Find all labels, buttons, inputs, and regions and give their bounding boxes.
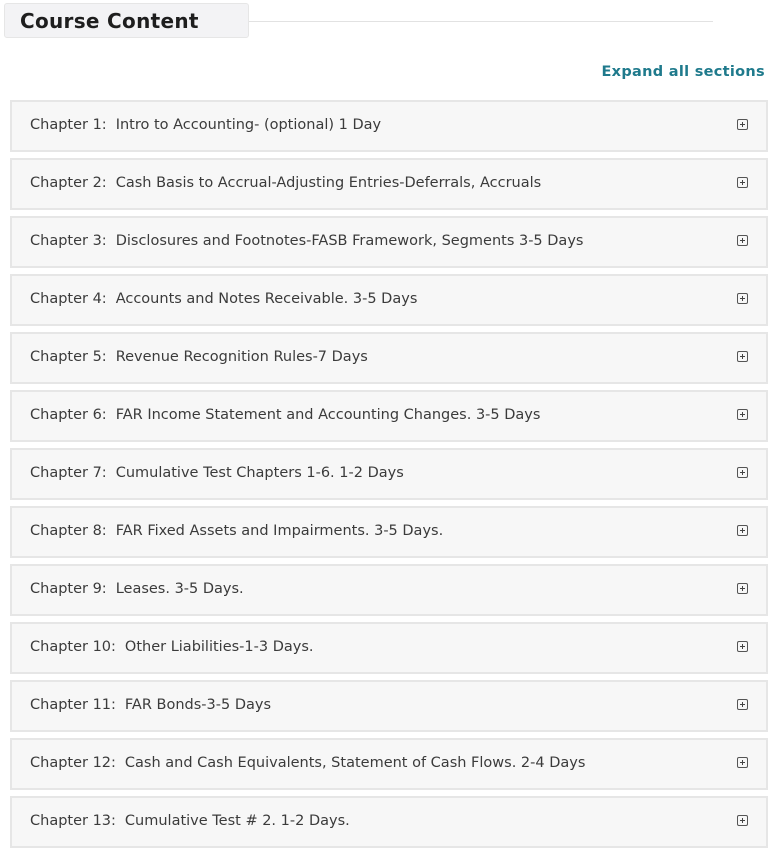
chapter-section-text: Chapter 3: Disclosures and Footnotes-FASB… <box>30 233 583 249</box>
plus-square-icon[interactable] <box>737 815 748 826</box>
plus-square-icon[interactable] <box>737 119 748 130</box>
plus-square-icon[interactable] <box>737 757 748 768</box>
chapter-number: Chapter 3: <box>30 233 107 249</box>
chapter-section-text: Chapter 11: FAR Bonds-3-5 Days <box>30 697 271 713</box>
chapter-section-text: Chapter 10: Other Liabilities-1-3 Days. <box>30 639 314 655</box>
chapter-section-row[interactable]: Chapter 7: Cumulative Test Chapters 1-6. … <box>10 448 768 500</box>
chapter-title: FAR Bonds-3-5 Days <box>124 697 272 713</box>
chapter-list: Chapter 1: Intro to Accounting- (optional… <box>10 100 768 854</box>
plus-square-icon[interactable] <box>737 409 748 420</box>
chapter-section-text: Chapter 2: Cash Basis to Accrual-Adjustin… <box>30 175 541 191</box>
chapter-number: Chapter 10: <box>30 639 116 655</box>
chapter-section-text: Chapter 9: Leases. 3-5 Days. <box>30 581 244 597</box>
expand-all-sections-link[interactable]: Expand all sections <box>601 64 765 80</box>
chapter-number: Chapter 7: <box>30 465 107 481</box>
chapter-section-text: Chapter 4: Accounts and Notes Receivable.… <box>30 291 417 307</box>
plus-square-icon[interactable] <box>737 641 748 652</box>
chapter-section-text: Chapter 13: Cumulative Test # 2. 1-2 Days… <box>30 813 350 829</box>
chapter-section-text: Chapter 5: Revenue Recognition Rules-7 Da… <box>30 349 368 365</box>
plus-square-icon[interactable] <box>737 235 748 246</box>
chapter-number: Chapter 2: <box>30 175 107 191</box>
chapter-title: Cumulative Test # 2. 1-2 Days. <box>124 813 350 829</box>
chapter-section-text: Chapter 6: FAR Income Statement and Accou… <box>30 407 540 423</box>
chapter-number: Chapter 9: <box>30 581 107 597</box>
chapter-number: Chapter 5: <box>30 349 107 365</box>
plus-square-icon[interactable] <box>737 467 748 478</box>
chapter-section-row[interactable]: Chapter 1: Intro to Accounting- (optional… <box>10 100 768 152</box>
chapter-number: Chapter 13: <box>30 813 116 829</box>
chapter-section-row[interactable]: Chapter 6: FAR Income Statement and Accou… <box>10 390 768 442</box>
plus-square-icon[interactable] <box>737 525 748 536</box>
chapter-title: Cash and Cash Equivalents, Statement of … <box>124 755 586 771</box>
chapter-number: Chapter 12: <box>30 755 116 771</box>
chapter-title: Disclosures and Footnotes-FASB Framework… <box>115 233 584 249</box>
page-title: Course Content <box>20 9 199 33</box>
section-title-tab: Course Content <box>4 3 249 38</box>
chapter-section-text: Chapter 12: Cash and Cash Equivalents, St… <box>30 755 585 771</box>
title-divider <box>249 21 713 22</box>
chapter-section-row[interactable]: Chapter 9: Leases. 3-5 Days. <box>10 564 768 616</box>
chapter-title: Accounts and Notes Receivable. 3-5 Days <box>115 291 418 307</box>
plus-square-icon[interactable] <box>737 583 748 594</box>
plus-square-icon[interactable] <box>737 293 748 304</box>
chapter-section-row[interactable]: Chapter 12: Cash and Cash Equivalents, St… <box>10 738 768 790</box>
chapter-section-row[interactable]: Chapter 13: Cumulative Test # 2. 1-2 Days… <box>10 796 768 848</box>
chapter-title: Leases. 3-5 Days. <box>115 581 244 597</box>
chapter-title: Cash Basis to Accrual-Adjusting Entries-… <box>115 175 542 191</box>
chapter-section-text: Chapter 7: Cumulative Test Chapters 1-6. … <box>30 465 404 481</box>
chapter-title: Intro to Accounting- (optional) 1 Day <box>115 117 382 133</box>
plus-square-icon[interactable] <box>737 351 748 362</box>
plus-square-icon[interactable] <box>737 699 748 710</box>
chapter-section-row[interactable]: Chapter 3: Disclosures and Footnotes-FASB… <box>10 216 768 268</box>
chapter-section-row[interactable]: Chapter 8: FAR Fixed Assets and Impairmen… <box>10 506 768 558</box>
chapter-section-row[interactable]: Chapter 4: Accounts and Notes Receivable.… <box>10 274 768 326</box>
chapter-number: Chapter 1: <box>30 117 107 133</box>
chapter-title: Revenue Recognition Rules-7 Days <box>115 349 368 365</box>
plus-square-icon[interactable] <box>737 177 748 188</box>
chapter-title: FAR Fixed Assets and Impairments. 3-5 Da… <box>115 523 444 539</box>
chapter-section-row[interactable]: Chapter 5: Revenue Recognition Rules-7 Da… <box>10 332 768 384</box>
chapter-title: Other Liabilities-1-3 Days. <box>124 639 314 655</box>
chapter-number: Chapter 11: <box>30 697 116 713</box>
chapter-title: FAR Income Statement and Accounting Chan… <box>115 407 541 423</box>
chapter-section-text: Chapter 8: FAR Fixed Assets and Impairmen… <box>30 523 443 539</box>
chapter-number: Chapter 4: <box>30 291 107 307</box>
chapter-section-row[interactable]: Chapter 2: Cash Basis to Accrual-Adjustin… <box>10 158 768 210</box>
chapter-section-row[interactable]: Chapter 10: Other Liabilities-1-3 Days. <box>10 622 768 674</box>
chapter-section-row[interactable]: Chapter 11: FAR Bonds-3-5 Days <box>10 680 768 732</box>
chapter-section-text: Chapter 1: Intro to Accounting- (optional… <box>30 117 381 133</box>
chapter-title: Cumulative Test Chapters 1-6. 1-2 Days <box>115 465 404 481</box>
chapter-number: Chapter 8: <box>30 523 107 539</box>
chapter-number: Chapter 6: <box>30 407 107 423</box>
